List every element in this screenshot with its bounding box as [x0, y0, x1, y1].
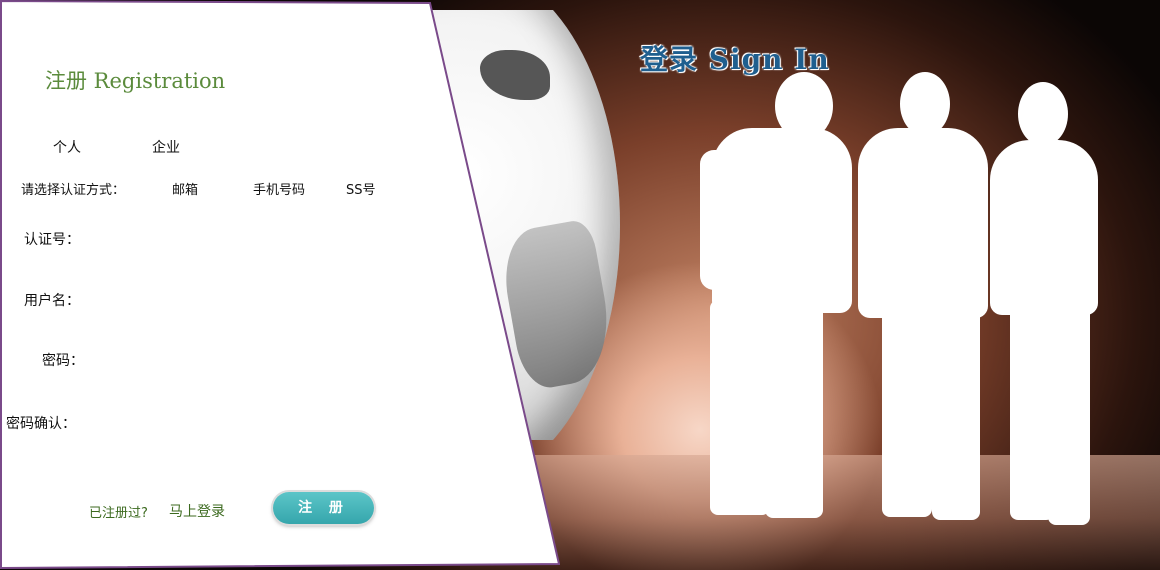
username-input[interactable]: [95, 286, 399, 312]
tab-personal[interactable]: 个人: [53, 137, 81, 157]
cert-number-label: 认证号：: [24, 232, 80, 248]
confirm-password-label: 密码确认：: [6, 416, 76, 432]
password-label: 密码：: [42, 353, 84, 369]
tab-company[interactable]: 企业: [152, 137, 180, 157]
password-input[interactable]: [95, 346, 399, 372]
confirm-password-input[interactable]: [95, 409, 399, 435]
method-phone-option[interactable]: 手机号码: [253, 179, 305, 198]
method-email-option[interactable]: 邮箱: [172, 179, 198, 198]
verification-method-label: 请选择认证方式：: [21, 183, 126, 198]
register-button[interactable]: 注 册: [273, 492, 374, 524]
cert-number-input[interactable]: [95, 225, 399, 251]
already-registered-text: 已注册过?: [89, 506, 148, 521]
login-title: 登录 Sign In: [640, 43, 830, 76]
login-now-link[interactable]: 马上登录: [169, 501, 225, 521]
registration-title: 注册 Registration: [45, 69, 226, 93]
username-label: 用户名：: [24, 293, 80, 309]
registration-form: 注册 Registration 个人 企业 请选择认证方式： 邮箱 手机号码 S…: [0, 0, 560, 570]
method-ss-option[interactable]: SS号: [346, 179, 376, 198]
